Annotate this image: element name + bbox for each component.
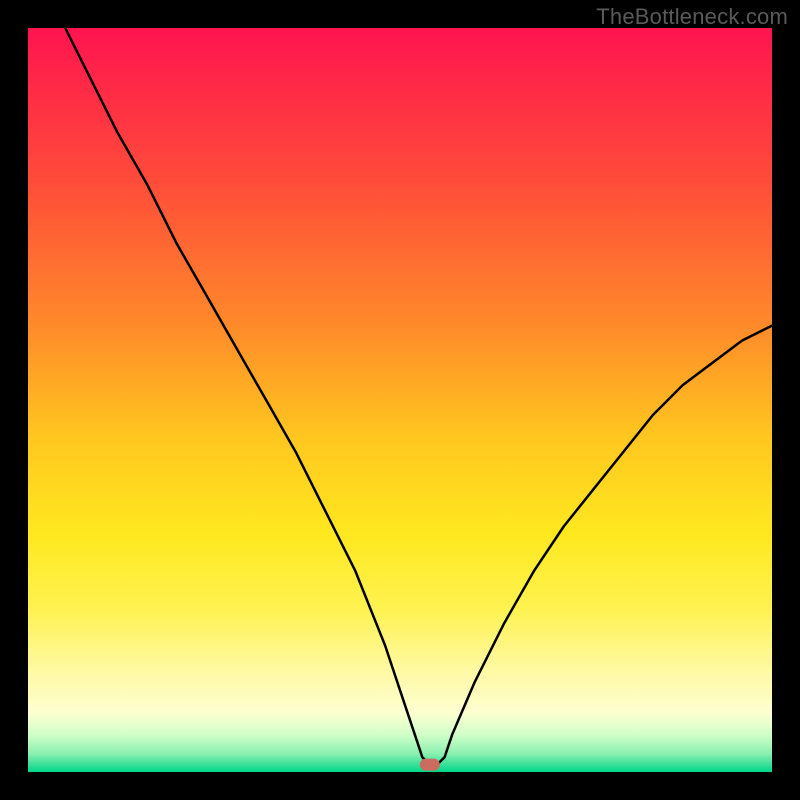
- optimal-marker: [420, 759, 440, 771]
- bottleneck-chart: [28, 28, 772, 772]
- plot-background: [28, 28, 772, 772]
- watermark-label: TheBottleneck.com: [596, 4, 788, 30]
- chart-frame: TheBottleneck.com: [0, 0, 800, 800]
